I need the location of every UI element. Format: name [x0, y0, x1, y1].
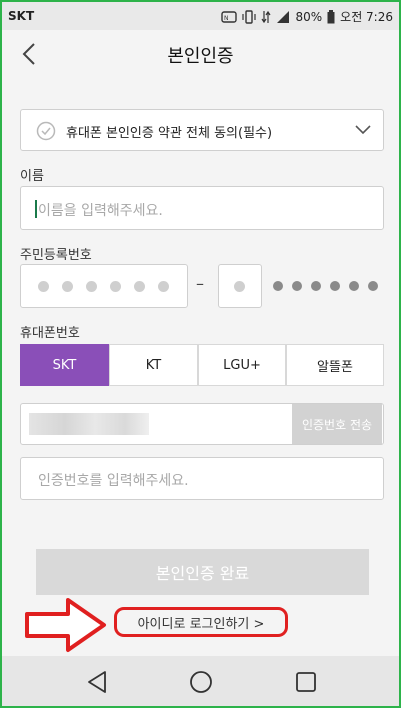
carrier-name: SKT — [8, 9, 35, 23]
battery-percent: 80% — [295, 9, 323, 24]
header: 본인인증 — [2, 30, 399, 78]
digit-dot — [86, 281, 97, 292]
page-title: 본인인증 — [167, 46, 234, 67]
vibrate-icon — [242, 9, 257, 24]
resident-number-front-input[interactable] — [20, 264, 188, 308]
masked-digit-dot — [273, 281, 283, 291]
signal-icon — [277, 10, 290, 23]
masked-digit-dot — [311, 281, 321, 291]
name-placeholder: 이름을 입력해주세요. — [38, 203, 163, 219]
digit-dot — [234, 281, 245, 292]
carrier-tab-lgu[interactable]: LGU+ — [198, 344, 286, 386]
carrier-tab-budget[interactable]: 알뜰폰 — [286, 344, 384, 386]
masked-digit-dot — [368, 281, 378, 291]
clock: 오전 7:26 — [340, 10, 393, 24]
status-bar: SKT N 80% 오전 7:26 — [2, 2, 399, 30]
nfc-icon: N — [221, 10, 238, 23]
name-input[interactable]: 이름을 입력해주세요. — [20, 186, 384, 230]
digit-dot — [38, 281, 49, 292]
nav-back-icon[interactable] — [86, 670, 108, 694]
redacted-phone-number — [29, 413, 149, 435]
resident-number-label: 주민등록번호 — [20, 248, 92, 263]
svg-text:N: N — [224, 15, 229, 22]
masked-digit-dot — [330, 281, 340, 291]
carrier-tab-skt[interactable]: SKT — [20, 344, 109, 386]
masked-digit-dot — [349, 281, 359, 291]
send-code-button[interactable]: 인증번호 전송 — [292, 404, 382, 444]
terms-agreement-label: 휴대폰 본인인증 약관 전체 동의(필수) — [66, 126, 273, 141]
annotation-arrow-icon — [25, 598, 106, 652]
carrier-tab-kt[interactable]: KT — [109, 344, 198, 386]
digit-dot — [62, 281, 73, 292]
text-cursor — [35, 200, 37, 218]
digit-dot — [134, 281, 145, 292]
nav-recent-apps-icon[interactable] — [295, 671, 317, 693]
verification-complete-button[interactable]: 본인인증 완료 — [36, 549, 369, 595]
verification-code-placeholder: 인증번호를 입력해주세요. — [38, 473, 189, 489]
name-label: 이름 — [20, 169, 44, 184]
digit-dot — [110, 281, 121, 292]
digit-dot — [158, 281, 169, 292]
screen-frame: SKT N 80% 오전 7:26 본인인증 휴대폰 본인인증 약관 전체 동의… — [0, 0, 401, 708]
resident-number-back-input[interactable] — [218, 264, 262, 308]
system-nav-bar — [2, 656, 399, 706]
check-circle-icon[interactable] — [36, 121, 56, 141]
chevron-down-icon — [355, 125, 371, 135]
id-login-link[interactable]: 아이디로 로그인하기 > — [114, 607, 288, 637]
terms-agreement-dropdown[interactable]: 휴대폰 본인인증 약관 전체 동의(필수) — [20, 109, 384, 151]
verification-code-input[interactable]: 인증번호를 입력해주세요. — [20, 457, 384, 500]
battery-icon — [327, 9, 335, 23]
data-transfer-icon — [261, 10, 271, 23]
status-icons: N 80% 오전 7:26 — [221, 8, 393, 25]
phone-label: 휴대폰번호 — [20, 326, 80, 341]
masked-digit-dot — [292, 281, 302, 291]
resident-number-separator: – — [196, 274, 204, 293]
nav-home-icon[interactable] — [189, 670, 213, 694]
